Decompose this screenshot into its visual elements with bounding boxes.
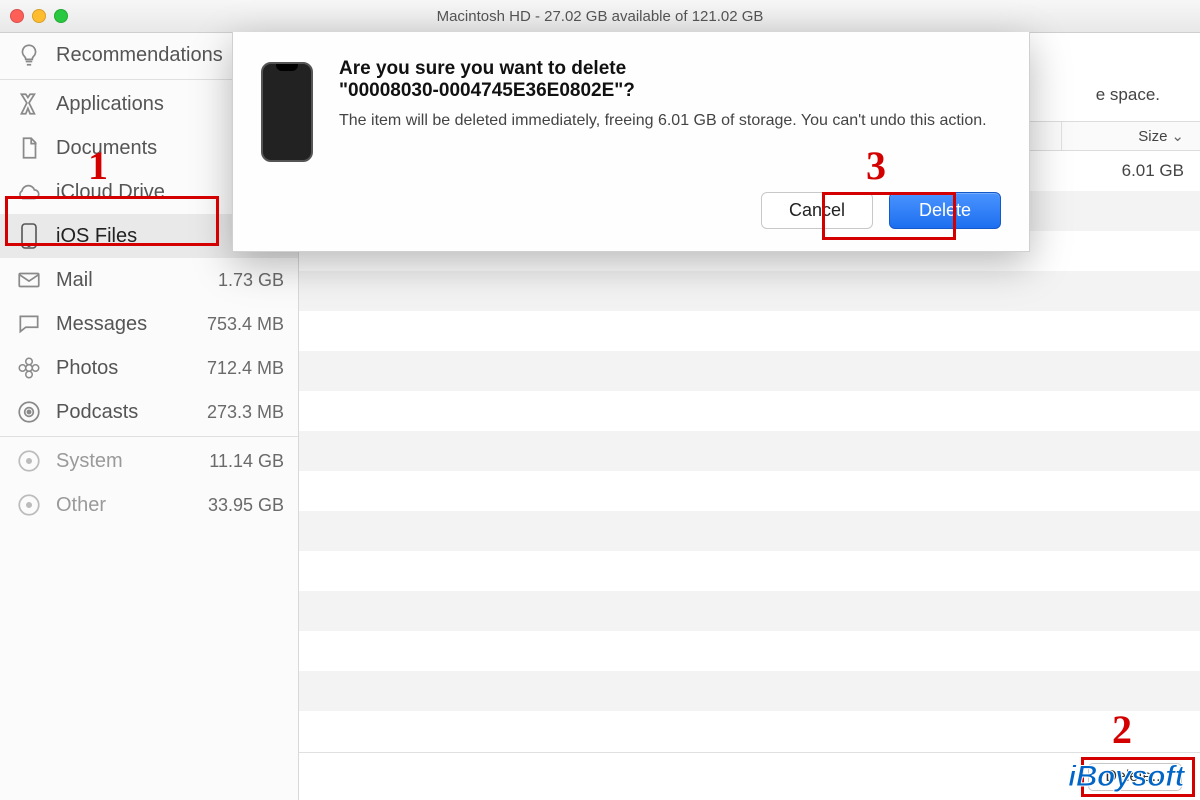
sidebar-item-label: System (56, 450, 197, 473)
confirm-delete-dialog: Are you sure you want to delete "0000803… (232, 32, 1030, 252)
cloud-icon (14, 179, 44, 205)
photos-icon (14, 355, 44, 381)
minimize-window-button[interactable] (32, 9, 46, 23)
mail-icon (14, 267, 44, 293)
sidebar-item-system[interactable]: System 11.14 GB (0, 439, 298, 483)
window-title: Macintosh HD - 27.02 GB available of 121… (437, 8, 764, 25)
sidebar-item-size: 33.95 GB (208, 495, 284, 516)
iphone-icon (261, 62, 313, 162)
table-row[interactable] (299, 351, 1200, 391)
sidebar-item-podcasts[interactable]: Podcasts 273.3 MB (0, 390, 298, 434)
sidebar-item-label: Applications (56, 93, 252, 116)
other-icon (14, 492, 44, 518)
sidebar-item-size: 712.4 MB (207, 358, 284, 379)
documents-icon (14, 135, 44, 161)
delete-button-footer[interactable]: Delete... (1088, 763, 1182, 791)
close-window-button[interactable] (10, 9, 24, 23)
dialog-title: Are you sure you want to delete "0000803… (339, 58, 987, 102)
sidebar-item-size: 273.3 MB (207, 402, 284, 423)
phone-icon (14, 222, 44, 250)
sidebar-item-size: 1.73 GB (218, 270, 284, 291)
sidebar-item-other[interactable]: Other 33.95 GB (0, 483, 298, 527)
table-row[interactable] (299, 391, 1200, 431)
table-row[interactable] (299, 631, 1200, 671)
table-row[interactable] (299, 551, 1200, 591)
sidebar-item-label: Mail (56, 269, 206, 292)
sidebar-item-messages[interactable]: Messages 753.4 MB (0, 302, 298, 346)
cell-size: 6.01 GB (1074, 161, 1184, 181)
lightbulb-icon (14, 42, 44, 68)
sidebar-item-size: 11.14 GB (209, 451, 284, 472)
sidebar-item-mail[interactable]: Mail 1.73 GB (0, 258, 298, 302)
podcasts-icon (14, 399, 44, 425)
cancel-button[interactable]: Cancel (761, 192, 873, 229)
content-footer: Delete... (299, 752, 1200, 800)
sidebar-item-label: Messages (56, 313, 195, 336)
sidebar-item-photos[interactable]: Photos 712.4 MB (0, 346, 298, 390)
table-row[interactable] (299, 671, 1200, 711)
sidebar-item-label: Podcasts (56, 401, 195, 424)
table-row[interactable] (299, 511, 1200, 551)
messages-icon (14, 311, 44, 337)
column-header-size-label: Size (1138, 128, 1167, 145)
sidebar-item-size: 753.4 MB (207, 314, 284, 335)
traffic-lights (10, 9, 68, 23)
sidebar-item-label: Photos (56, 357, 195, 380)
column-header-size[interactable]: Size ⌄ (1062, 122, 1184, 150)
table-row[interactable] (299, 431, 1200, 471)
table-row[interactable] (299, 271, 1200, 311)
system-icon (14, 448, 44, 474)
window-titlebar: Macintosh HD - 27.02 GB available of 121… (0, 0, 1200, 33)
dialog-message: The item will be deleted immediately, fr… (339, 110, 987, 132)
table-row[interactable] (299, 471, 1200, 511)
chevron-down-icon: ⌄ (1171, 127, 1184, 145)
delete-button[interactable]: Delete (889, 192, 1001, 229)
table-row[interactable] (299, 311, 1200, 351)
zoom-window-button[interactable] (54, 9, 68, 23)
applications-icon (14, 91, 44, 117)
sidebar-item-label: Other (56, 494, 196, 517)
table-row[interactable] (299, 591, 1200, 631)
